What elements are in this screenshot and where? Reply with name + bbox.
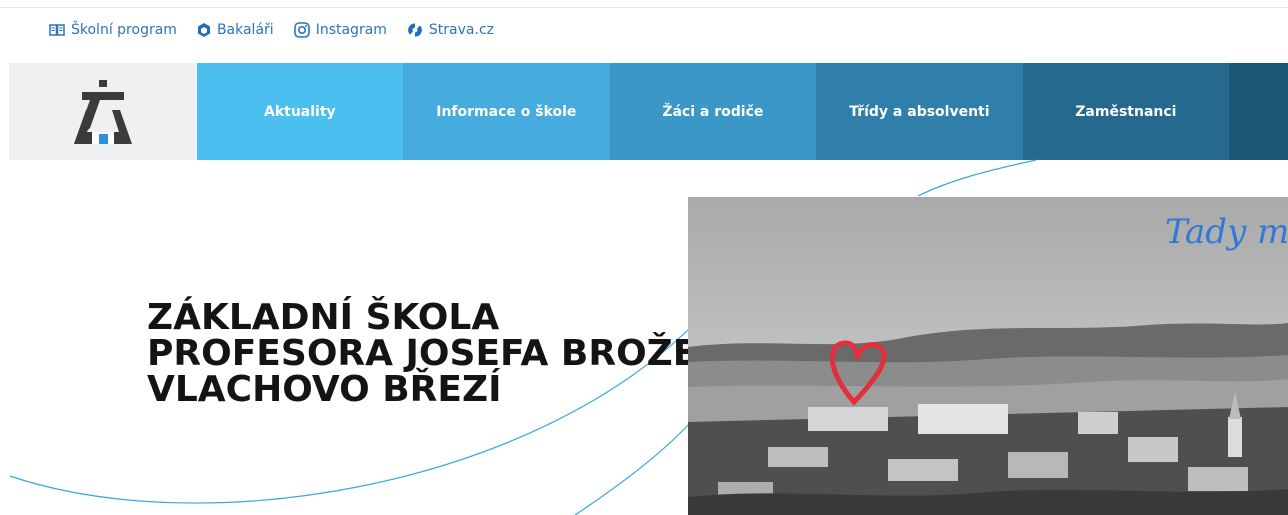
- hero-title: ZÁKLADNÍ ŠKOLA PROFESORA JOSEFA BROŽE VL…: [147, 300, 697, 408]
- hero-photo: Tady ma: [688, 197, 1288, 515]
- hero-title-line-1: ZÁKLADNÍ ŠKOLA: [147, 297, 500, 338]
- photo-script-text: Tady ma: [1165, 212, 1288, 252]
- hero-title-line-3: VLACHOVO BŘEZÍ: [147, 369, 502, 410]
- hero-title-line-2: PROFESORA JOSEFA BROŽE: [147, 333, 698, 374]
